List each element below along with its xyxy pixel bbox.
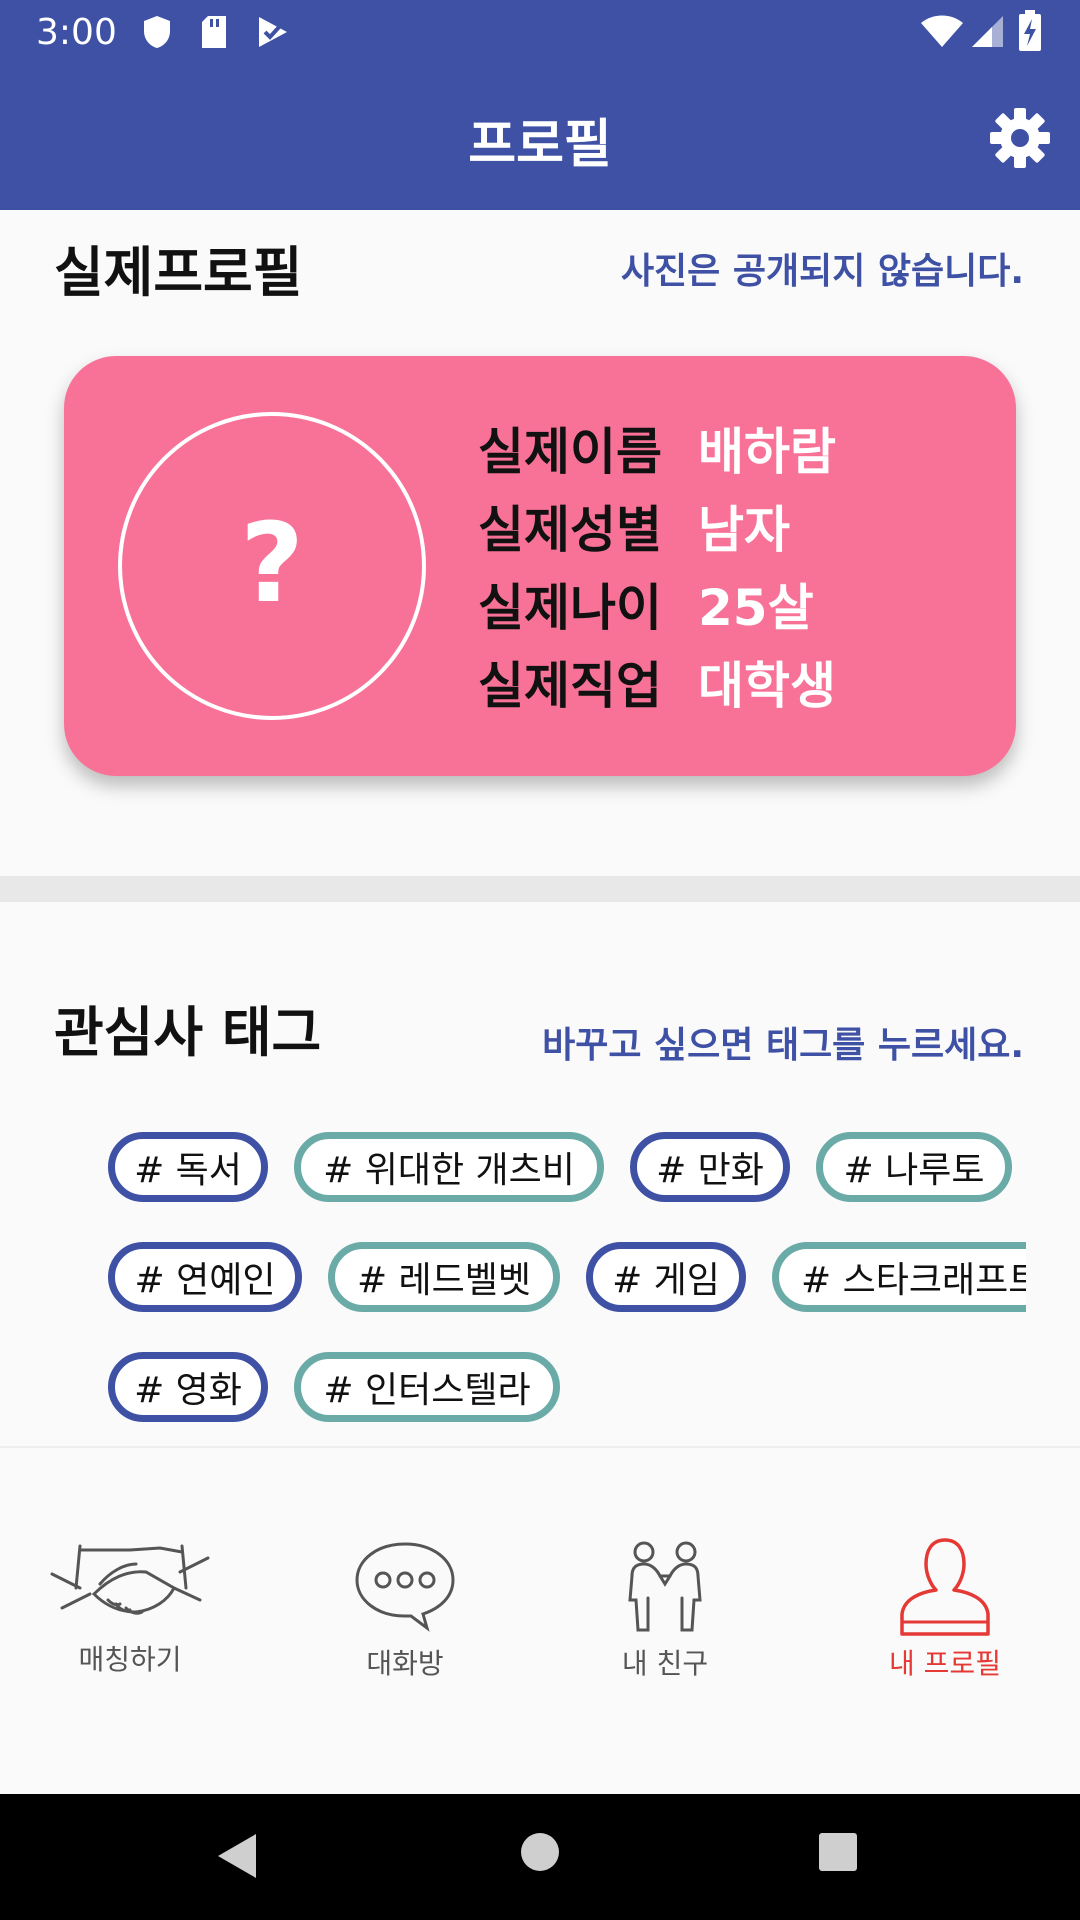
real-profile-title: 실제프로필	[54, 241, 303, 304]
system-navigation-bar	[0, 1794, 1080, 1920]
nav-item-matching[interactable]: 매칭하기	[20, 1448, 240, 1688]
handshake-icon	[50, 1544, 210, 1615]
real-profile-hint: 사진은 공개되지 않습니다.	[620, 251, 1024, 292]
info-value: 남자	[698, 501, 790, 559]
interest-tag[interactable]: # 독서	[108, 1132, 268, 1202]
info-value: 배하람	[698, 423, 836, 481]
info-label: 실제이름	[478, 423, 662, 481]
info-label: 실제직업	[478, 657, 662, 715]
wifi-icon	[921, 15, 963, 47]
shield-icon	[144, 16, 170, 48]
info-value: 25살	[698, 579, 814, 637]
info-label: 실제나이	[478, 579, 662, 637]
nav-label: 내 프로필	[889, 1647, 1001, 1680]
nav-item-my-profile[interactable]: 내 프로필	[840, 1448, 1050, 1688]
nav-label: 내 친구	[621, 1647, 709, 1680]
status-time: 3:00	[36, 12, 117, 53]
interest-tags-title: 관심사 태그	[54, 1001, 322, 1064]
app-bar: 프로필	[0, 66, 1080, 210]
download-check-icon	[259, 17, 287, 47]
chat-bubble-icon	[355, 1542, 455, 1632]
page-title: 프로필	[468, 115, 612, 175]
recents-icon[interactable]	[818, 1832, 858, 1872]
real-profile-card: ? 실제이름 배하람 실제성별 남자 실제나이 25살 실제직업 대학생	[64, 356, 1016, 776]
interest-tag[interactable]: # 영화	[108, 1352, 268, 1422]
back-icon[interactable]	[216, 1832, 258, 1880]
sd-card-icon	[202, 16, 226, 48]
interest-tag[interactable]: # 연예인	[108, 1242, 302, 1312]
section-divider	[0, 876, 1080, 902]
signal-icon	[972, 16, 1003, 47]
info-value: 대학생	[698, 657, 836, 715]
interest-tag[interactable]: # 스타크래프트	[772, 1242, 1026, 1312]
nav-item-friends[interactable]: 내 친구	[560, 1448, 770, 1688]
nav-label: 대화방	[366, 1647, 444, 1680]
bottom-navigation: 매칭하기 대화방 내 친구 내 프로필	[0, 1446, 1080, 1796]
info-label: 실제성별	[478, 501, 662, 559]
interest-tag[interactable]: # 게임	[586, 1242, 746, 1312]
home-icon[interactable]	[520, 1832, 560, 1872]
interest-tag[interactable]: # 나루토	[816, 1132, 1012, 1202]
avatar: ?	[118, 412, 426, 720]
friends-icon	[628, 1541, 702, 1632]
interest-tag[interactable]: # 위대한 개츠비	[294, 1132, 604, 1202]
interest-tags-hint: 바꾸고 싶으면 태그를 누르세요.	[542, 1025, 1024, 1066]
interest-tag[interactable]: # 레드벨벳	[328, 1242, 560, 1312]
nav-label: 매칭하기	[78, 1643, 182, 1676]
status-bar: 3:00	[0, 0, 1080, 66]
settings-gear-icon[interactable]	[988, 106, 1052, 170]
avatar-placeholder: ?	[240, 499, 304, 627]
interest-tag[interactable]: # 만화	[630, 1132, 790, 1202]
nav-item-chat[interactable]: 대화방	[300, 1448, 510, 1688]
interest-tag[interactable]: # 인터스텔라	[294, 1352, 560, 1422]
battery-charging-icon	[1019, 10, 1041, 51]
person-icon	[900, 1538, 990, 1636]
